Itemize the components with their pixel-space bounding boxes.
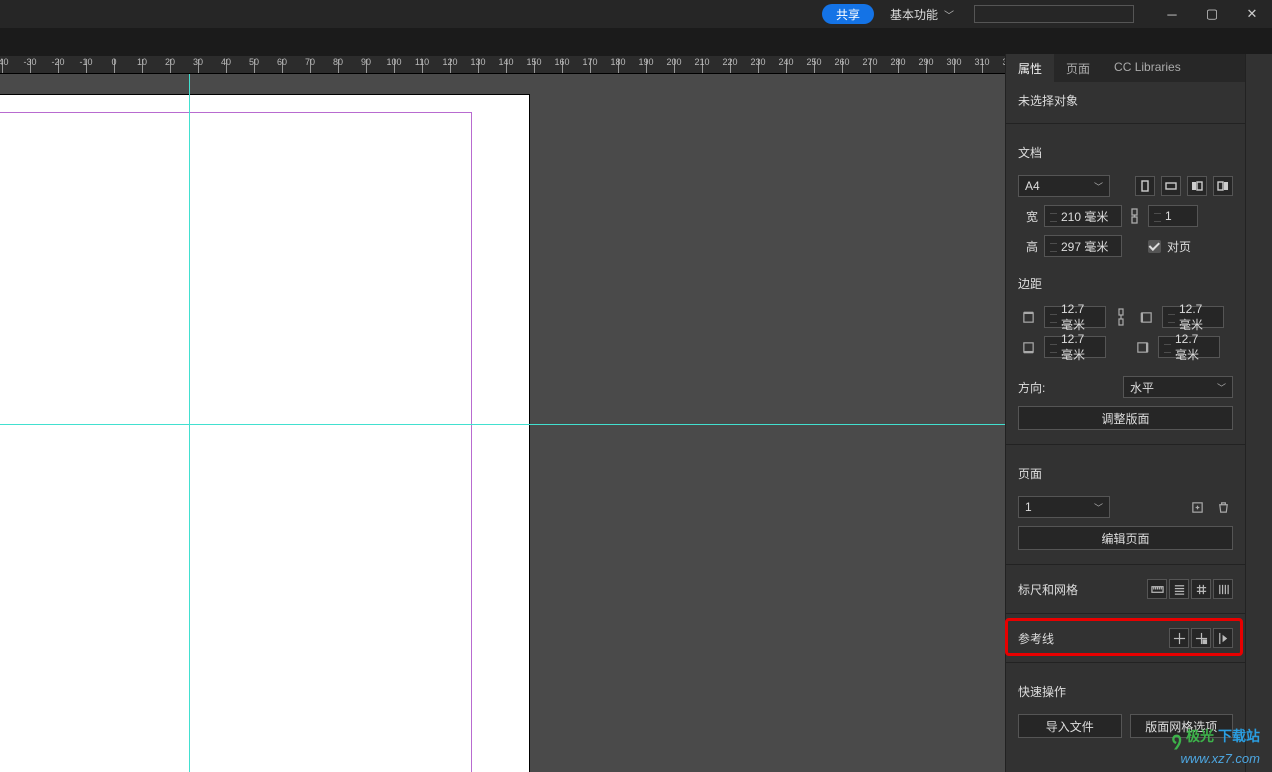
height-field[interactable]: 297 毫米 [1044,235,1122,257]
ruler-icon[interactable] [1147,579,1167,599]
layout-grid-icon[interactable] [1213,579,1233,599]
width-label: 宽 [1018,208,1038,225]
section-document: 文档 [1018,144,1233,161]
minimize-button[interactable]: ─ [1152,0,1192,28]
edit-pages-button[interactable]: 编辑页面 [1018,526,1233,550]
tab-pages[interactable]: 页面 [1054,54,1102,82]
section-guides: 参考线 [1018,630,1054,647]
lock-guides-icon[interactable] [1191,628,1211,648]
margin-left-field[interactable]: 12.7 毫米 [1162,306,1224,328]
link-margins-icon[interactable] [1114,308,1128,326]
panel-tabs: 属性 页面 CC Libraries [1006,54,1245,82]
new-page-icon[interactable] [1187,497,1207,517]
width-field[interactable]: 210 毫米 [1044,205,1122,227]
workspace-switcher[interactable]: 基本功能 ﹀ [890,6,954,23]
orientation-portrait-icon[interactable] [1135,176,1155,196]
smart-guides-icon[interactable] [1213,628,1233,648]
tab-strip [0,28,1272,56]
margin-top-field[interactable]: 12.7 毫米 [1044,306,1106,328]
orientation-label: 方向: [1018,379,1054,396]
facing-pages-label: 对页 [1167,238,1191,255]
margin-left-icon [1136,307,1156,327]
orientation-landscape-icon[interactable] [1161,176,1181,196]
margin-bottom-field[interactable]: 12.7 毫米 [1044,336,1106,358]
binding-right-icon[interactable] [1213,176,1233,196]
window-controls: ─ ▢ ✕ [1152,0,1272,28]
canvas[interactable] [0,74,1005,772]
section-pages: 页面 [1018,465,1233,482]
document-grid-icon[interactable] [1191,579,1211,599]
height-label: 高 [1018,238,1038,255]
dock-strip [1245,54,1272,772]
titlebar: 共享 基本功能 ﹀ ─ ▢ ✕ [0,0,1272,28]
import-file-button[interactable]: 导入文件 [1018,714,1122,738]
close-button[interactable]: ✕ [1232,0,1272,28]
section-margins: 边距 [1018,275,1233,292]
workspace-label: 基本功能 [890,6,938,23]
facing-pages-checkbox[interactable] [1148,240,1161,253]
margin-right-icon [1132,337,1152,357]
search-input[interactable] [974,5,1134,23]
adjust-layout-button[interactable]: 调整版面 [1018,406,1233,430]
margin-top-icon [1018,307,1038,327]
maximize-button[interactable]: ▢ [1192,0,1232,28]
layout-grid-options-button[interactable]: 版面网格选项 [1130,714,1234,738]
show-guides-icon[interactable] [1169,628,1189,648]
properties-panel: 属性 页面 CC Libraries 未选择对象 文档 A4﹀ 宽 210 毫米… [1005,54,1245,772]
orientation-select[interactable]: 水平﹀ [1123,376,1233,398]
margin-right-field[interactable]: 12.7 毫米 [1158,336,1220,358]
section-quick-ops: 快速操作 [1018,683,1233,700]
tab-cc-libraries[interactable]: CC Libraries [1102,54,1193,82]
no-selection-label: 未选择对象 [1018,92,1233,109]
pages-field[interactable]: 1 [1148,205,1198,227]
margin-bottom-icon [1018,337,1038,357]
chevron-down-icon: ﹀ [944,7,954,22]
section-ruler-grid: 标尺和网格 [1018,581,1078,598]
document-page[interactable] [0,94,530,772]
baseline-grid-icon[interactable] [1169,579,1189,599]
horizontal-ruler[interactable]: -40-30-20-100102030405060708090100110120… [0,56,1005,74]
share-button[interactable]: 共享 [822,4,874,24]
tab-properties[interactable]: 属性 [1006,54,1054,82]
page-preset-select[interactable]: A4﹀ [1018,175,1110,197]
link-dimensions-icon[interactable] [1128,207,1142,225]
page-number-select[interactable]: 1﹀ [1018,496,1110,518]
binding-left-icon[interactable] [1187,176,1207,196]
delete-page-icon[interactable] [1213,497,1233,517]
